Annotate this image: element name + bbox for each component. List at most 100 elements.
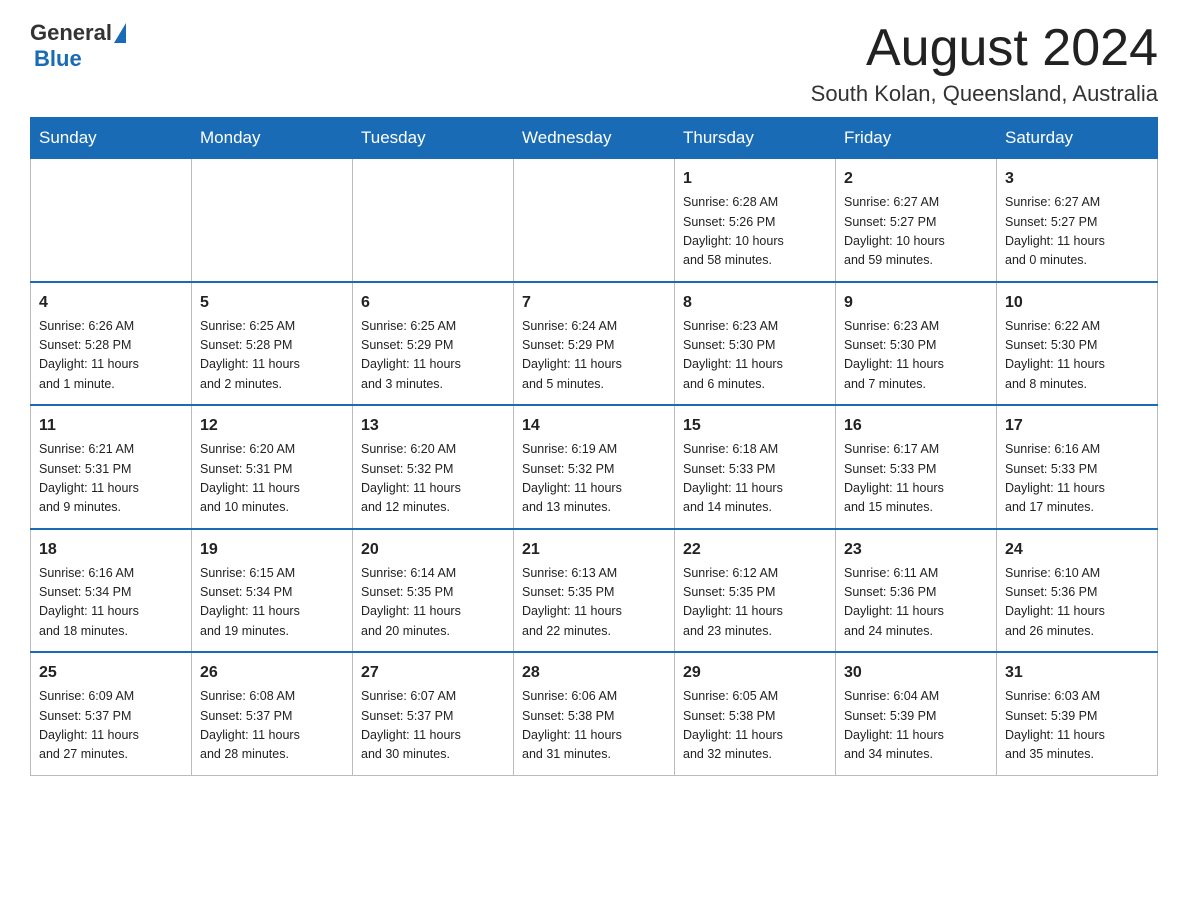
day-info: Sunrise: 6:03 AM Sunset: 5:39 PM Dayligh…	[1005, 687, 1149, 765]
day-info: Sunrise: 6:13 AM Sunset: 5:35 PM Dayligh…	[522, 564, 666, 642]
day-info: Sunrise: 6:20 AM Sunset: 5:32 PM Dayligh…	[361, 440, 505, 518]
day-number: 8	[683, 291, 827, 315]
calendar-cell: 28Sunrise: 6:06 AM Sunset: 5:38 PM Dayli…	[514, 652, 675, 775]
day-number: 14	[522, 414, 666, 438]
day-header-saturday: Saturday	[997, 118, 1158, 159]
calendar-cell: 18Sunrise: 6:16 AM Sunset: 5:34 PM Dayli…	[31, 529, 192, 653]
calendar-cell: 3Sunrise: 6:27 AM Sunset: 5:27 PM Daylig…	[997, 159, 1158, 282]
day-info: Sunrise: 6:23 AM Sunset: 5:30 PM Dayligh…	[844, 317, 988, 395]
calendar-cell: 11Sunrise: 6:21 AM Sunset: 5:31 PM Dayli…	[31, 405, 192, 529]
calendar-week-row: 25Sunrise: 6:09 AM Sunset: 5:37 PM Dayli…	[31, 652, 1158, 775]
day-number: 10	[1005, 291, 1149, 315]
day-info: Sunrise: 6:09 AM Sunset: 5:37 PM Dayligh…	[39, 687, 183, 765]
day-info: Sunrise: 6:24 AM Sunset: 5:29 PM Dayligh…	[522, 317, 666, 395]
logo: General Blue	[30, 20, 126, 72]
calendar-subtitle: South Kolan, Queensland, Australia	[811, 81, 1158, 107]
day-number: 25	[39, 661, 183, 685]
calendar-header-row: SundayMondayTuesdayWednesdayThursdayFrid…	[31, 118, 1158, 159]
day-info: Sunrise: 6:20 AM Sunset: 5:31 PM Dayligh…	[200, 440, 344, 518]
day-info: Sunrise: 6:11 AM Sunset: 5:36 PM Dayligh…	[844, 564, 988, 642]
calendar-cell	[514, 159, 675, 282]
day-number: 11	[39, 414, 183, 438]
calendar-cell: 2Sunrise: 6:27 AM Sunset: 5:27 PM Daylig…	[836, 159, 997, 282]
day-number: 27	[361, 661, 505, 685]
calendar-cell: 26Sunrise: 6:08 AM Sunset: 5:37 PM Dayli…	[192, 652, 353, 775]
day-info: Sunrise: 6:07 AM Sunset: 5:37 PM Dayligh…	[361, 687, 505, 765]
day-header-thursday: Thursday	[675, 118, 836, 159]
day-info: Sunrise: 6:15 AM Sunset: 5:34 PM Dayligh…	[200, 564, 344, 642]
day-number: 9	[844, 291, 988, 315]
day-number: 26	[200, 661, 344, 685]
calendar-cell: 8Sunrise: 6:23 AM Sunset: 5:30 PM Daylig…	[675, 282, 836, 406]
calendar-cell: 21Sunrise: 6:13 AM Sunset: 5:35 PM Dayli…	[514, 529, 675, 653]
day-number: 21	[522, 538, 666, 562]
calendar-week-row: 1Sunrise: 6:28 AM Sunset: 5:26 PM Daylig…	[31, 159, 1158, 282]
day-header-monday: Monday	[192, 118, 353, 159]
day-info: Sunrise: 6:27 AM Sunset: 5:27 PM Dayligh…	[844, 193, 988, 271]
calendar-cell	[31, 159, 192, 282]
page-header: General Blue August 2024 South Kolan, Qu…	[30, 20, 1158, 107]
calendar-week-row: 18Sunrise: 6:16 AM Sunset: 5:34 PM Dayli…	[31, 529, 1158, 653]
day-number: 4	[39, 291, 183, 315]
logo-triangle-icon	[114, 23, 126, 43]
calendar-cell: 9Sunrise: 6:23 AM Sunset: 5:30 PM Daylig…	[836, 282, 997, 406]
calendar-cell: 14Sunrise: 6:19 AM Sunset: 5:32 PM Dayli…	[514, 405, 675, 529]
day-header-tuesday: Tuesday	[353, 118, 514, 159]
calendar-cell: 7Sunrise: 6:24 AM Sunset: 5:29 PM Daylig…	[514, 282, 675, 406]
day-number: 12	[200, 414, 344, 438]
calendar-cell: 1Sunrise: 6:28 AM Sunset: 5:26 PM Daylig…	[675, 159, 836, 282]
calendar-cell: 23Sunrise: 6:11 AM Sunset: 5:36 PM Dayli…	[836, 529, 997, 653]
calendar-cell: 6Sunrise: 6:25 AM Sunset: 5:29 PM Daylig…	[353, 282, 514, 406]
calendar-cell: 19Sunrise: 6:15 AM Sunset: 5:34 PM Dayli…	[192, 529, 353, 653]
day-header-friday: Friday	[836, 118, 997, 159]
day-info: Sunrise: 6:22 AM Sunset: 5:30 PM Dayligh…	[1005, 317, 1149, 395]
calendar-cell: 4Sunrise: 6:26 AM Sunset: 5:28 PM Daylig…	[31, 282, 192, 406]
calendar-cell: 31Sunrise: 6:03 AM Sunset: 5:39 PM Dayli…	[997, 652, 1158, 775]
day-number: 19	[200, 538, 344, 562]
calendar-cell: 15Sunrise: 6:18 AM Sunset: 5:33 PM Dayli…	[675, 405, 836, 529]
day-header-wednesday: Wednesday	[514, 118, 675, 159]
day-info: Sunrise: 6:08 AM Sunset: 5:37 PM Dayligh…	[200, 687, 344, 765]
day-info: Sunrise: 6:23 AM Sunset: 5:30 PM Dayligh…	[683, 317, 827, 395]
day-number: 23	[844, 538, 988, 562]
day-number: 24	[1005, 538, 1149, 562]
day-info: Sunrise: 6:18 AM Sunset: 5:33 PM Dayligh…	[683, 440, 827, 518]
day-info: Sunrise: 6:17 AM Sunset: 5:33 PM Dayligh…	[844, 440, 988, 518]
day-number: 3	[1005, 167, 1149, 191]
day-info: Sunrise: 6:12 AM Sunset: 5:35 PM Dayligh…	[683, 564, 827, 642]
day-number: 29	[683, 661, 827, 685]
day-number: 30	[844, 661, 988, 685]
day-number: 28	[522, 661, 666, 685]
calendar-cell: 13Sunrise: 6:20 AM Sunset: 5:32 PM Dayli…	[353, 405, 514, 529]
day-header-sunday: Sunday	[31, 118, 192, 159]
calendar-cell: 17Sunrise: 6:16 AM Sunset: 5:33 PM Dayli…	[997, 405, 1158, 529]
day-info: Sunrise: 6:04 AM Sunset: 5:39 PM Dayligh…	[844, 687, 988, 765]
day-info: Sunrise: 6:27 AM Sunset: 5:27 PM Dayligh…	[1005, 193, 1149, 271]
day-number: 20	[361, 538, 505, 562]
calendar-cell	[192, 159, 353, 282]
day-number: 5	[200, 291, 344, 315]
day-number: 6	[361, 291, 505, 315]
calendar-cell: 5Sunrise: 6:25 AM Sunset: 5:28 PM Daylig…	[192, 282, 353, 406]
day-info: Sunrise: 6:06 AM Sunset: 5:38 PM Dayligh…	[522, 687, 666, 765]
logo-blue: Blue	[34, 46, 82, 72]
calendar-cell	[353, 159, 514, 282]
day-info: Sunrise: 6:21 AM Sunset: 5:31 PM Dayligh…	[39, 440, 183, 518]
day-info: Sunrise: 6:28 AM Sunset: 5:26 PM Dayligh…	[683, 193, 827, 271]
day-info: Sunrise: 6:05 AM Sunset: 5:38 PM Dayligh…	[683, 687, 827, 765]
calendar-cell: 12Sunrise: 6:20 AM Sunset: 5:31 PM Dayli…	[192, 405, 353, 529]
day-info: Sunrise: 6:26 AM Sunset: 5:28 PM Dayligh…	[39, 317, 183, 395]
calendar-table: SundayMondayTuesdayWednesdayThursdayFrid…	[30, 117, 1158, 776]
day-number: 17	[1005, 414, 1149, 438]
calendar-cell: 20Sunrise: 6:14 AM Sunset: 5:35 PM Dayli…	[353, 529, 514, 653]
calendar-week-row: 4Sunrise: 6:26 AM Sunset: 5:28 PM Daylig…	[31, 282, 1158, 406]
calendar-cell: 25Sunrise: 6:09 AM Sunset: 5:37 PM Dayli…	[31, 652, 192, 775]
calendar-cell: 27Sunrise: 6:07 AM Sunset: 5:37 PM Dayli…	[353, 652, 514, 775]
day-info: Sunrise: 6:19 AM Sunset: 5:32 PM Dayligh…	[522, 440, 666, 518]
day-info: Sunrise: 6:14 AM Sunset: 5:35 PM Dayligh…	[361, 564, 505, 642]
day-number: 22	[683, 538, 827, 562]
logo-general: General	[30, 20, 112, 46]
day-number: 2	[844, 167, 988, 191]
day-number: 1	[683, 167, 827, 191]
day-info: Sunrise: 6:25 AM Sunset: 5:28 PM Dayligh…	[200, 317, 344, 395]
